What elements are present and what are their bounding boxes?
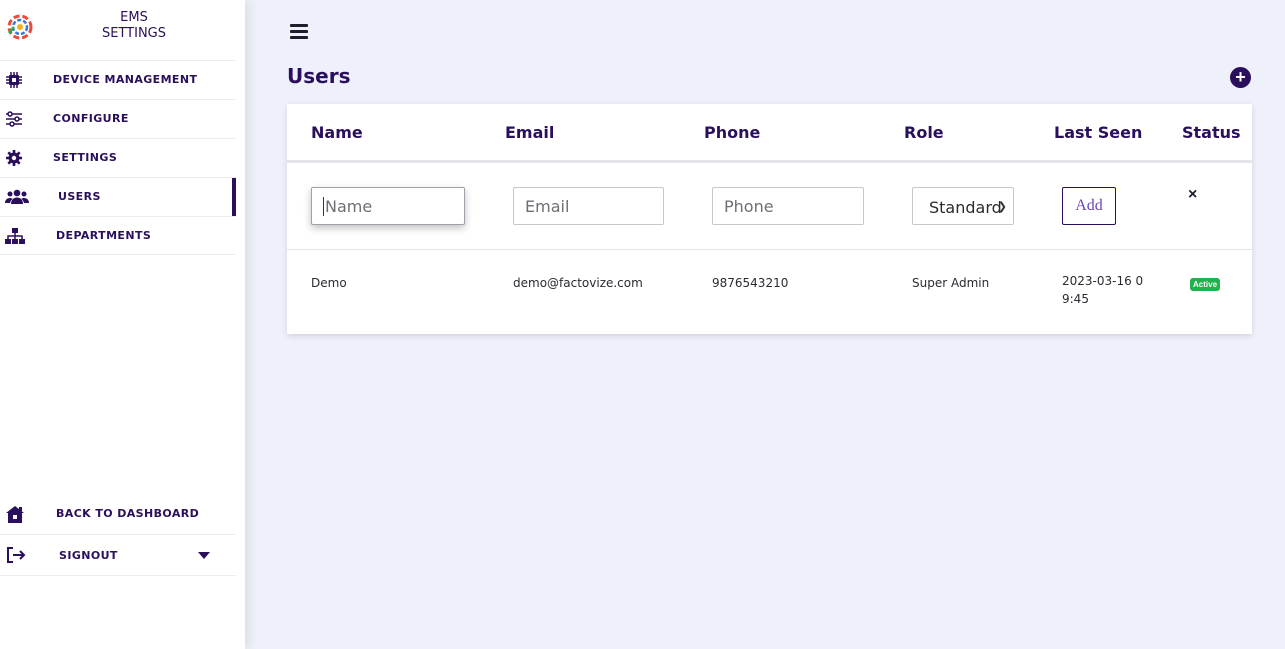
gear-icon	[4, 149, 24, 167]
sidebar-item-configure[interactable]: CONFIGURE	[0, 99, 236, 138]
brand: EMS SETTINGS	[0, 0, 245, 60]
email-input[interactable]: Email	[513, 187, 664, 225]
chevron-down-icon: ❯	[997, 200, 1007, 213]
close-icon[interactable]: ×	[1188, 186, 1197, 204]
add-button[interactable]: Add	[1062, 187, 1116, 225]
sidebar: EMS SETTINGS DEVICE MANAGEMENT CONFIGURE…	[0, 0, 245, 649]
sidebar-item-signout[interactable]: SIGNOUT	[0, 534, 236, 576]
header-divider	[287, 160, 1252, 163]
status-badge: Active	[1190, 278, 1221, 291]
sidebar-item-label: USERS	[58, 190, 101, 203]
sidebar-item-label: SETTINGS	[53, 151, 118, 164]
sidebar-item-back-to-dashboard[interactable]: BACK TO DASHBOARD	[0, 495, 236, 534]
cell-last-seen: 2023-03-16 0 9:45	[1062, 272, 1143, 308]
column-header-last-seen: Last Seen	[1054, 123, 1143, 142]
last-seen-line-2: 9:45	[1062, 292, 1089, 306]
logo-icon	[7, 14, 33, 40]
column-header-role: Role	[904, 123, 944, 142]
brand-line-1: EMS	[120, 10, 148, 25]
cell-email: demo@factovize.com	[513, 276, 643, 290]
sidebar-item-settings[interactable]: SETTINGS	[0, 138, 236, 177]
chevron-down-icon[interactable]	[198, 552, 210, 559]
name-input-placeholder: Name	[323, 197, 373, 216]
menu-toggle-icon[interactable]	[290, 24, 308, 42]
column-header-phone: Phone	[704, 123, 761, 142]
home-icon	[5, 505, 25, 523]
last-seen-line-1: 2023-03-16 0	[1062, 274, 1144, 288]
sidebar-item-label: DEVICE MANAGEMENT	[53, 73, 198, 86]
signout-icon	[6, 546, 26, 564]
phone-input[interactable]: Phone	[712, 187, 864, 225]
sidebar-item-departments[interactable]: DEPARTMENTS	[0, 216, 236, 255]
users-icon	[5, 188, 29, 206]
column-header-name: Name	[311, 123, 363, 142]
sidebar-item-users[interactable]: USERS	[0, 177, 236, 217]
role-select[interactable]: Standard ❯	[912, 187, 1014, 225]
users-table: Name Email Phone Role Last Seen Status N…	[287, 104, 1252, 334]
brand-line-2: SETTINGS	[101, 26, 166, 41]
name-input[interactable]: Name	[311, 187, 465, 225]
chip-icon	[4, 71, 24, 89]
page-title: Users	[287, 64, 351, 88]
add-user-button[interactable]: +	[1230, 67, 1251, 88]
cell-role: Super Admin	[912, 276, 990, 290]
column-header-status: Status	[1182, 123, 1241, 142]
brand-title: EMS SETTINGS	[70, 10, 198, 42]
org-chart-icon	[5, 227, 25, 245]
sidebar-item-device-management[interactable]: DEVICE MANAGEMENT	[0, 60, 236, 99]
column-header-email: Email	[505, 123, 555, 142]
row-divider	[287, 249, 1252, 250]
role-select-value: Standard	[929, 198, 1002, 217]
sidebar-item-label: BACK TO DASHBOARD	[56, 507, 200, 520]
cell-name: Demo	[311, 276, 347, 290]
sidebar-item-label: SIGNOUT	[59, 549, 118, 562]
sidebar-item-label: CONFIGURE	[53, 112, 129, 125]
sliders-icon	[4, 110, 24, 128]
sidebar-item-label: DEPARTMENTS	[56, 229, 152, 242]
cell-phone: 9876543210	[712, 276, 789, 290]
